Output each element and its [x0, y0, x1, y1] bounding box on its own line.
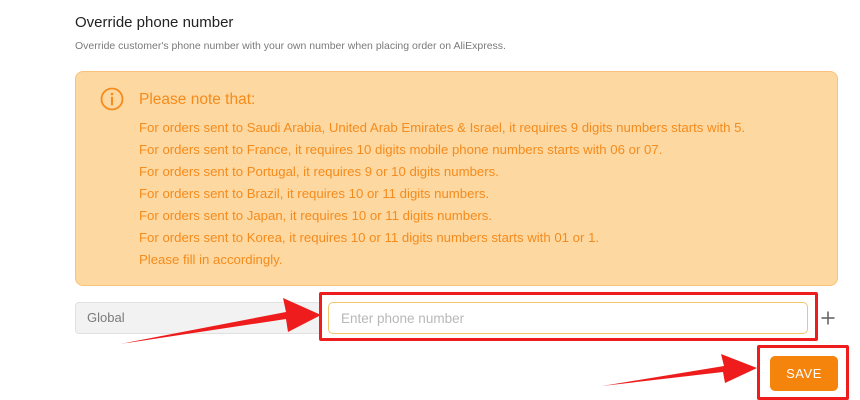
info-circle-icon	[100, 87, 124, 111]
save-button[interactable]: SAVE	[770, 356, 838, 391]
notice-box: Please note that: For orders sent to Sau…	[75, 71, 838, 286]
notice-line: For orders sent to Brazil, it requires 1…	[139, 186, 490, 201]
notice-line: For orders sent to Japan, it requires 10…	[139, 208, 493, 223]
notice-line: For orders sent to France, it requires 1…	[139, 142, 663, 157]
notice-list: For orders sent to Saudi Arabia, United …	[139, 117, 745, 271]
plus-icon[interactable]	[819, 309, 837, 327]
notice-line: Please fill in accordingly.	[139, 252, 283, 267]
notice-line: For orders sent to Portugal, it requires…	[139, 164, 499, 179]
arrow-to-save-icon	[602, 354, 757, 386]
section-title: Override phone number	[75, 14, 234, 31]
phone-number-input[interactable]	[328, 302, 808, 334]
notice-line: For orders sent to Saudi Arabia, United …	[139, 120, 746, 135]
notice-line: For orders sent to Korea, it requires 10…	[139, 230, 600, 245]
section-description: Override customer's phone number with yo…	[75, 40, 506, 52]
notice-title: Please note that:	[139, 91, 256, 108]
region-select[interactable]: Global	[75, 302, 320, 334]
